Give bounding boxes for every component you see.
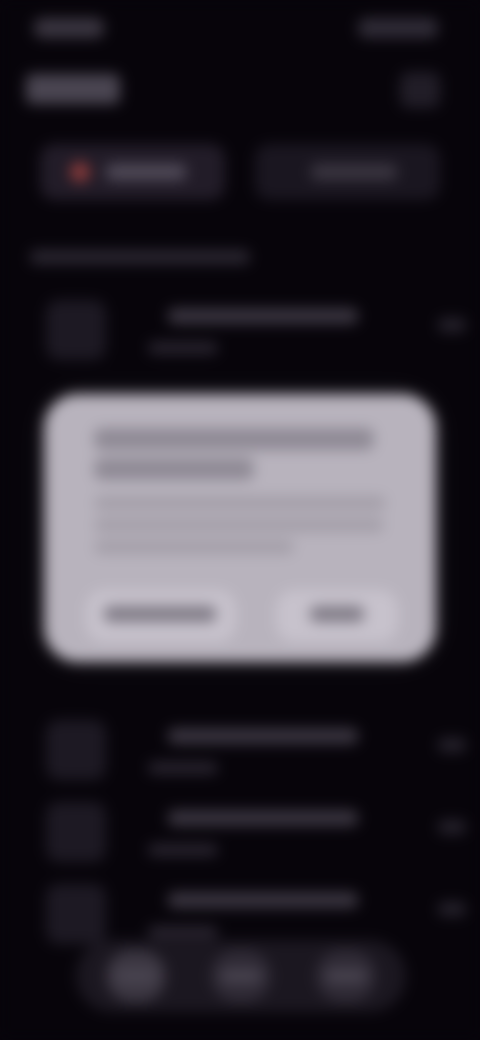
tab-primary[interactable]	[40, 144, 225, 200]
list-item[interactable]	[0, 290, 480, 372]
cancel-label	[104, 606, 216, 622]
dialog-title-line	[94, 458, 254, 480]
tab-secondary[interactable]	[255, 144, 440, 200]
nav-button[interactable]	[106, 950, 166, 1002]
item-subtitle	[148, 342, 218, 354]
nav-label	[221, 970, 261, 982]
item-thumbnail	[46, 884, 106, 944]
item-meta	[438, 902, 466, 916]
item-title	[168, 728, 358, 744]
section-label	[30, 250, 250, 264]
dialog-body	[94, 496, 386, 510]
item-meta	[438, 820, 466, 834]
bottom-nav	[76, 940, 406, 1012]
list-item[interactable]	[0, 710, 480, 792]
status-icons	[358, 18, 438, 38]
more-icon[interactable]	[400, 72, 440, 108]
item-subtitle	[148, 926, 218, 938]
item-title	[168, 892, 358, 908]
app-screen	[0, 0, 480, 1040]
item-title	[168, 308, 358, 324]
list-item[interactable]	[0, 792, 480, 874]
item-thumbnail	[46, 300, 106, 360]
tab-label	[106, 164, 186, 180]
nav-label	[326, 970, 366, 982]
confirm-button[interactable]	[276, 590, 398, 642]
record-icon	[70, 162, 90, 182]
nav-label	[116, 970, 156, 982]
confirm-dialog	[44, 394, 436, 662]
dialog-body-line	[94, 518, 384, 532]
dialog-body-line	[94, 540, 294, 554]
tab-bar	[40, 144, 440, 200]
status-bar	[0, 0, 480, 56]
tab-label	[311, 164, 397, 180]
dialog-title	[94, 428, 374, 450]
status-time	[34, 18, 104, 38]
nav-button[interactable]	[211, 950, 271, 1002]
header	[0, 60, 480, 120]
item-meta	[438, 318, 466, 332]
page-title	[26, 74, 120, 104]
item-title	[168, 810, 358, 826]
item-thumbnail	[46, 720, 106, 780]
cancel-button[interactable]	[86, 590, 236, 642]
item-thumbnail	[46, 802, 106, 862]
item-subtitle	[148, 844, 218, 856]
item-subtitle	[148, 762, 218, 774]
item-meta	[438, 738, 466, 752]
dialog-actions	[44, 590, 436, 646]
nav-button[interactable]	[316, 950, 376, 1002]
confirm-label	[310, 606, 364, 622]
